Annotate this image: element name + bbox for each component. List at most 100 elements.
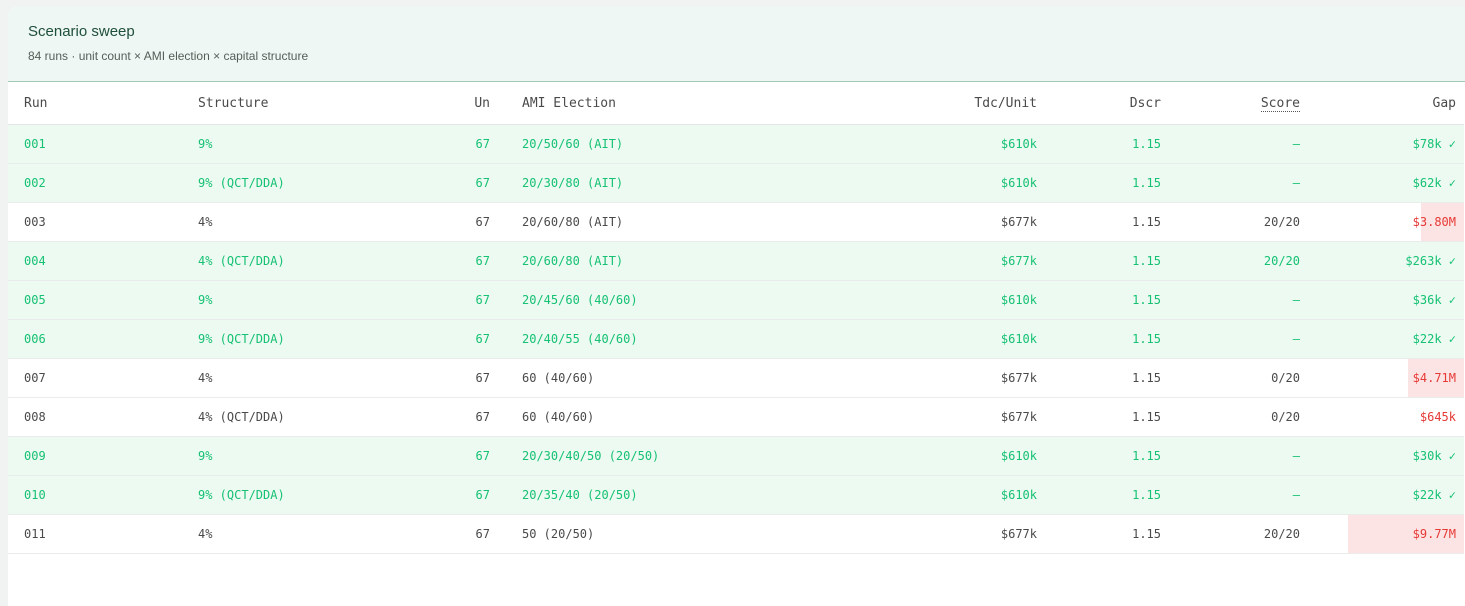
cell-dscr: 1.15: [1037, 436, 1161, 476]
column-header-tdc-unit[interactable]: Tdc/Unit: [870, 82, 1037, 125]
cell-dscr: 1.15: [1037, 241, 1161, 281]
gap-value: $62k ✓: [1412, 176, 1456, 190]
cell-dscr: 1.15: [1037, 319, 1161, 359]
cell-run: 007: [8, 358, 198, 398]
cell-structure: 9%: [198, 436, 448, 476]
column-header-structure[interactable]: Structure: [198, 82, 448, 125]
table-row[interactable]: 003 4% 67 20/60/80 (AIT) $677k 1.15 20/20 $3.80…: [8, 202, 1464, 242]
cell-structure: 9%: [198, 280, 448, 320]
cell-tdc-unit: $677k: [870, 514, 1037, 554]
column-header-ami-election[interactable]: AMI Election: [490, 82, 870, 125]
cell-ami-election: 20/60/80 (AIT): [490, 202, 870, 242]
cell-units: 67: [448, 280, 490, 320]
panel-title: Scenario sweep: [28, 23, 135, 40]
table-header-row: Run Structure Un AMI Election Tdc/Unit D…: [8, 82, 1464, 125]
cell-tdc-unit: $610k: [870, 163, 1037, 203]
cell-dscr: 1.15: [1037, 514, 1161, 554]
cell-score: 0/20: [1161, 397, 1300, 437]
cell-ami-election: 20/40/55 (40/60): [490, 319, 870, 359]
gap-value: $3.80M: [1412, 215, 1456, 229]
cell-ami-election: 20/60/80 (AIT): [490, 241, 870, 281]
gap-value: $645k: [1419, 410, 1456, 424]
cell-run: 003: [8, 202, 198, 242]
table-row[interactable]: 004 4% (QCT/DDA) 67 20/60/80 (AIT) $677k 1.15…: [8, 241, 1464, 281]
gap-value: $263k ✓: [1405, 254, 1456, 268]
cell-run: 008: [8, 397, 198, 437]
table-row[interactable]: 002 9% (QCT/DDA) 67 20/30/80 (AIT) $610k 1.15…: [8, 163, 1464, 203]
cell-gap: $22k ✓: [1300, 475, 1464, 515]
cell-score: 20/20: [1161, 514, 1300, 554]
cell-structure: 4%: [198, 202, 448, 242]
cell-units: 67: [448, 163, 490, 203]
cell-dscr: 1.15: [1037, 202, 1161, 242]
cell-units: 67: [448, 202, 490, 242]
cell-ami-election: 20/30/40/50 (20/50): [490, 436, 870, 476]
cell-gap: $36k ✓: [1300, 280, 1464, 320]
gap-value: $30k ✓: [1412, 449, 1456, 463]
cell-tdc-unit: $610k: [870, 436, 1037, 476]
cell-units: 67: [448, 514, 490, 554]
table-row[interactable]: 011 4% 67 50 (20/50) $677k 1.15 20/20 $9.77M: [8, 514, 1464, 554]
cell-gap: $645k: [1300, 397, 1464, 437]
score-header-label: Score: [1260, 95, 1300, 112]
cell-ami-election: 20/35/40 (20/50): [490, 475, 870, 515]
cell-tdc-unit: $677k: [870, 358, 1037, 398]
cell-structure: 9% (QCT/DDA): [198, 163, 448, 203]
table-row[interactable]: 001 9% 67 20/50/60 (AIT) $610k 1.15— $78k ✓: [8, 124, 1464, 164]
cell-structure: 9%: [198, 124, 448, 164]
cell-gap: $4.71M: [1300, 358, 1464, 398]
cell-score: —: [1161, 280, 1300, 320]
cell-ami-election: 60 (40/60): [490, 358, 870, 398]
panel-header: Scenario sweep 84 runs · unit count × AM…: [8, 6, 1465, 82]
cell-dscr: 1.15: [1037, 124, 1161, 164]
panel-subtitle: 84 runs · unit count × AMI election × ca…: [28, 49, 309, 63]
cell-dscr: 1.15: [1037, 475, 1161, 515]
cell-structure: 9% (QCT/DDA): [198, 319, 448, 359]
cell-run: 009: [8, 436, 198, 476]
table-body: 001 9% 67 20/50/60 (AIT) $610k 1.15— $78k ✓ 002…: [8, 124, 1464, 554]
cell-units: 67: [448, 436, 490, 476]
cell-tdc-unit: $610k: [870, 475, 1037, 515]
column-header-gap[interactable]: Gap: [1300, 82, 1464, 125]
cell-score: —: [1161, 436, 1300, 476]
cell-tdc-unit: $677k: [870, 241, 1037, 281]
column-header-units[interactable]: Un: [448, 82, 490, 125]
cell-structure: 4% (QCT/DDA): [198, 241, 448, 281]
gap-value: $36k ✓: [1412, 293, 1456, 307]
table-row[interactable]: 005 9% 67 20/45/60 (40/60) $610k 1.15— $36k ✓: [8, 280, 1464, 320]
table-row[interactable]: 008 4% (QCT/DDA) 67 60 (40/60) $677k 1.15 0/20…: [8, 397, 1464, 437]
cell-run: 001: [8, 124, 198, 164]
cell-tdc-unit: $677k: [870, 397, 1037, 437]
cell-run: 006: [8, 319, 198, 359]
table-row[interactable]: 009 9% 67 20/30/40/50 (20/50) $610k 1.15— $30k…: [8, 436, 1464, 476]
cell-gap: $9.77M: [1300, 514, 1464, 554]
cell-score: 0/20: [1161, 358, 1300, 398]
table-row[interactable]: 006 9% (QCT/DDA) 67 20/40/55 (40/60) $610k 1.…: [8, 319, 1464, 359]
cell-ami-election: 50 (20/50): [490, 514, 870, 554]
cell-run: 005: [8, 280, 198, 320]
cell-structure: 9% (QCT/DDA): [198, 475, 448, 515]
cell-units: 67: [448, 358, 490, 398]
cell-structure: 4%: [198, 514, 448, 554]
scenario-sweep-panel: Scenario sweep 84 runs · unit count × AM…: [8, 6, 1465, 606]
cell-dscr: 1.15: [1037, 163, 1161, 203]
cell-run: 002: [8, 163, 198, 203]
cell-ami-election: 20/30/80 (AIT): [490, 163, 870, 203]
table-row[interactable]: 010 9% (QCT/DDA) 67 20/35/40 (20/50) $610k 1.…: [8, 475, 1464, 515]
column-header-run[interactable]: Run: [8, 82, 198, 125]
cell-tdc-unit: $610k: [870, 124, 1037, 164]
gap-value: $78k ✓: [1412, 137, 1456, 151]
cell-units: 67: [448, 397, 490, 437]
gap-value: $9.77M: [1412, 527, 1456, 541]
cell-units: 67: [448, 319, 490, 359]
cell-ami-election: 60 (40/60): [490, 397, 870, 437]
cell-run: 011: [8, 514, 198, 554]
cell-score: 20/20: [1161, 241, 1300, 281]
cell-score: —: [1161, 475, 1300, 515]
column-header-score[interactable]: Score: [1161, 82, 1300, 125]
column-header-dscr[interactable]: Dscr: [1037, 82, 1161, 125]
cell-units: 67: [448, 241, 490, 281]
table-row[interactable]: 007 4% 67 60 (40/60) $677k 1.15 0/20 $4.71M: [8, 358, 1464, 398]
cell-score: —: [1161, 124, 1300, 164]
cell-score: 20/20: [1161, 202, 1300, 242]
